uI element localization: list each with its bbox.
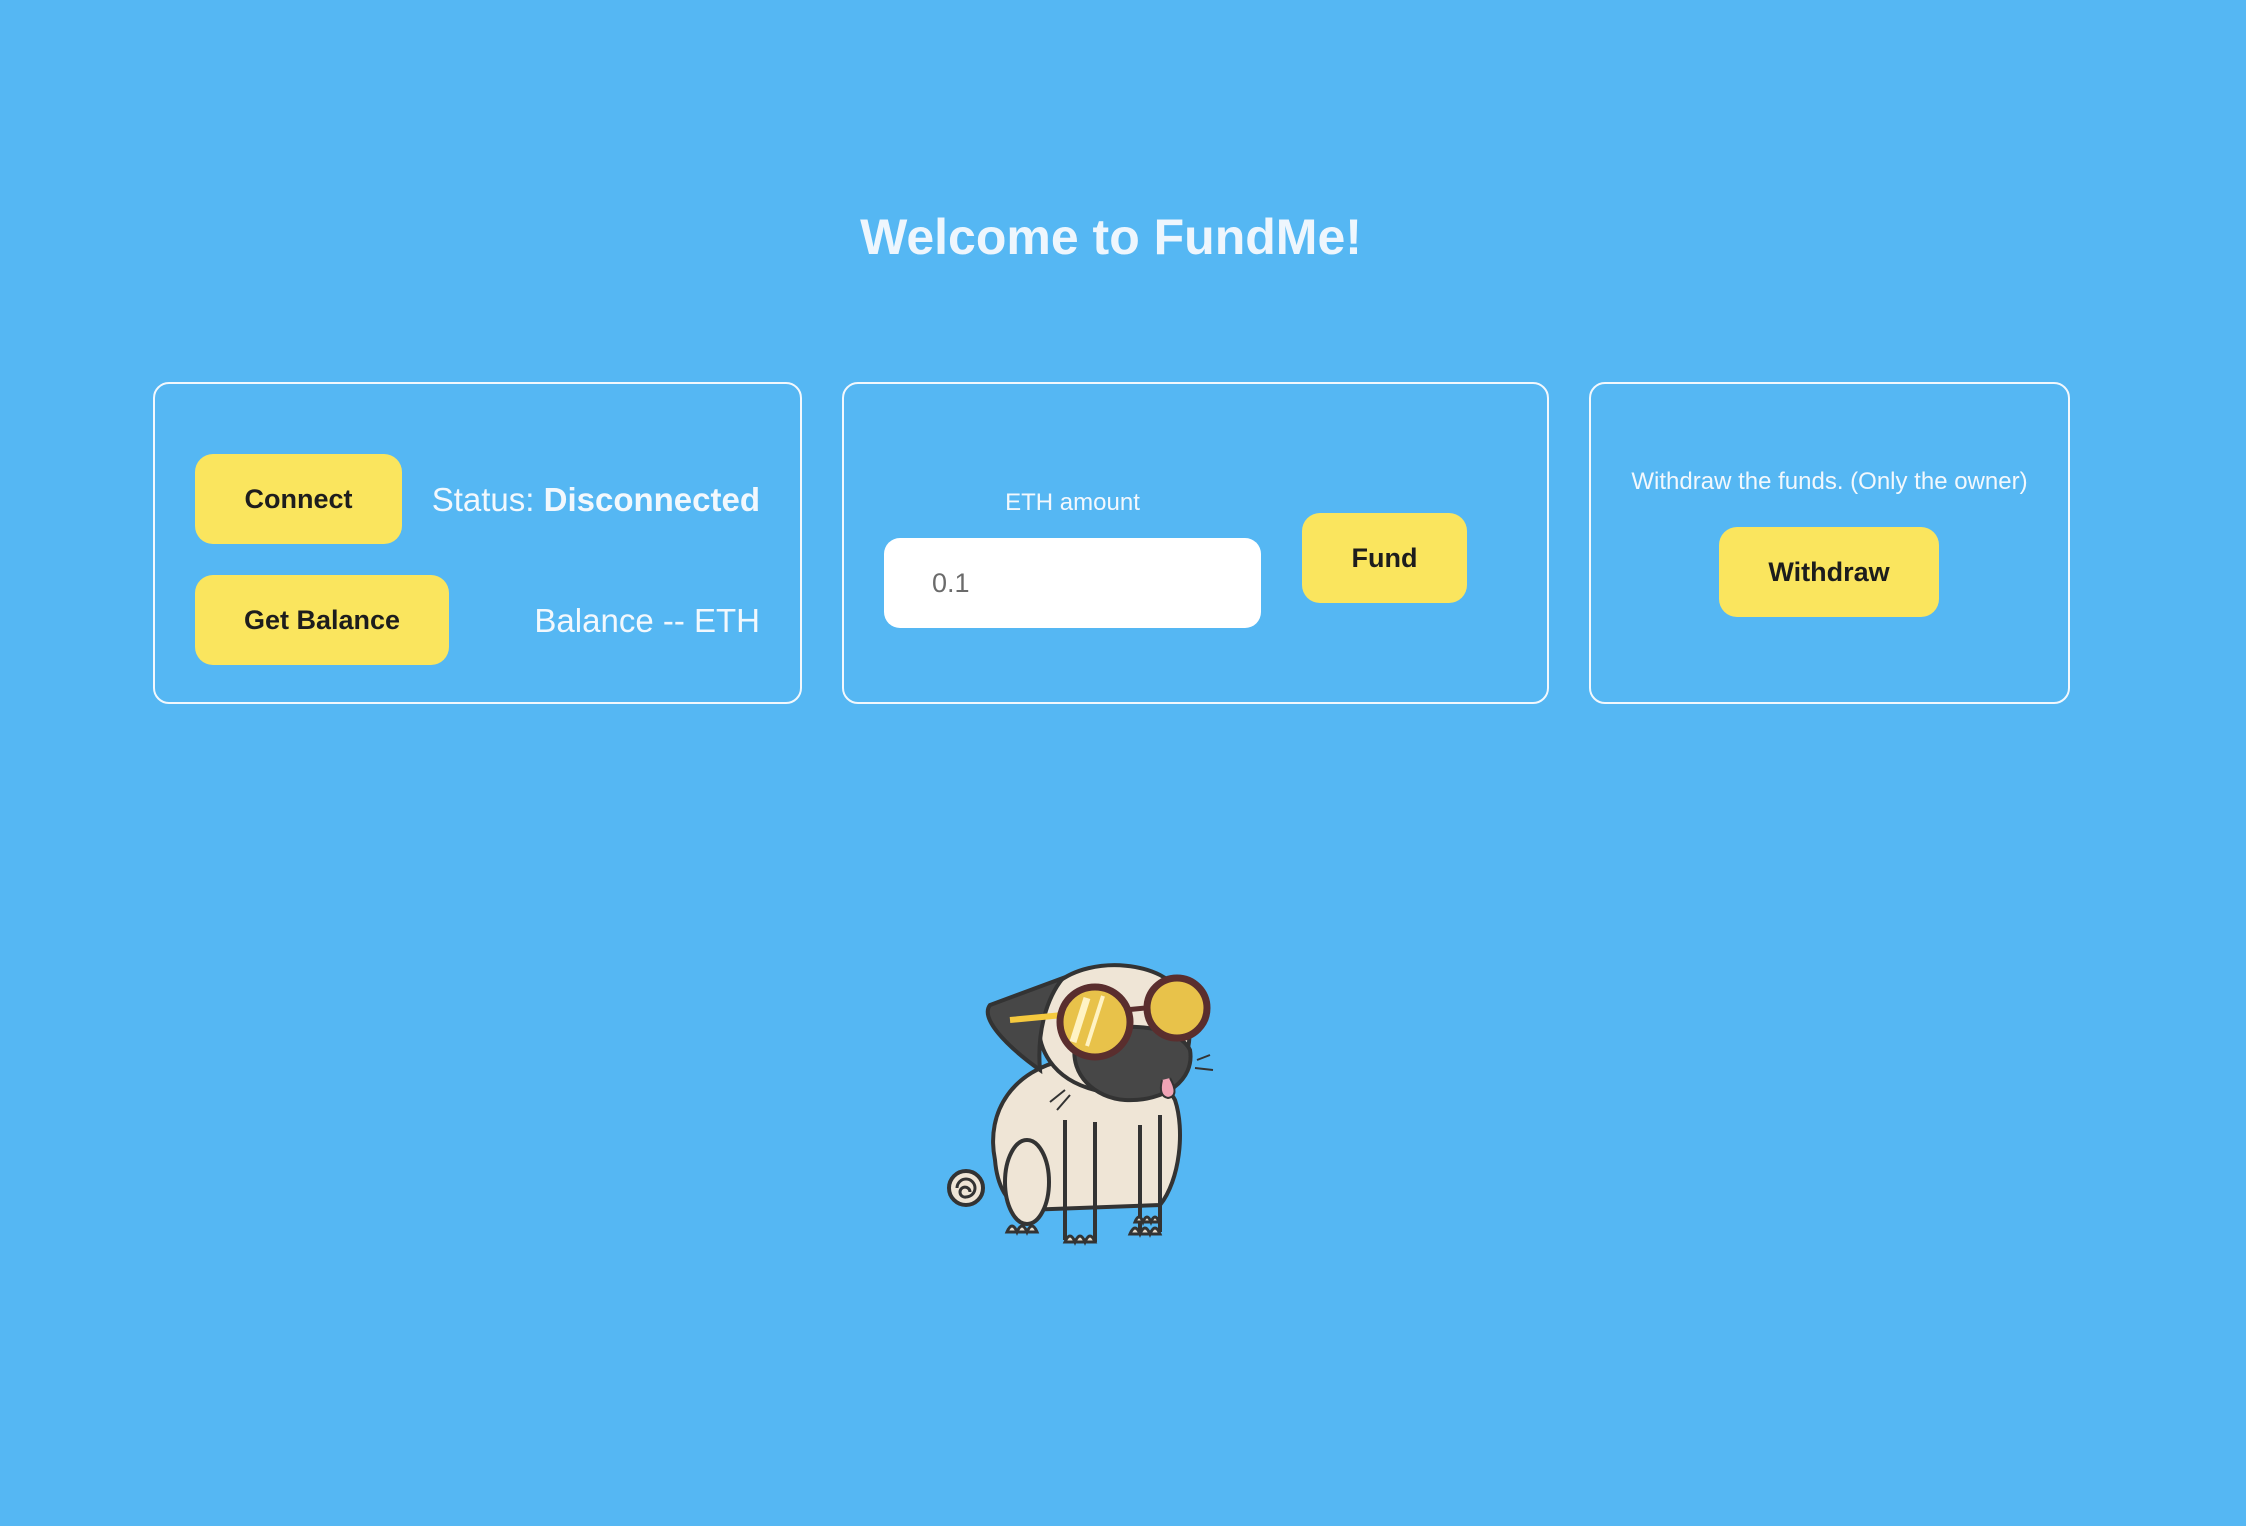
page-title: Welcome to FundMe! bbox=[860, 209, 1362, 265]
fund-card: ETH amount Fund bbox=[842, 382, 1549, 704]
get-balance-button[interactable]: Get Balance bbox=[195, 575, 449, 665]
connection-card: Connect Status: Disconnected Get Balance… bbox=[153, 382, 802, 704]
status-text: Status: Disconnected bbox=[432, 480, 760, 520]
eth-amount-input[interactable] bbox=[884, 538, 1261, 628]
withdraw-button[interactable]: Withdraw bbox=[1719, 527, 1939, 617]
status-value: Disconnected bbox=[543, 481, 760, 518]
connect-button[interactable]: Connect bbox=[195, 454, 402, 544]
fund-button[interactable]: Fund bbox=[1302, 513, 1467, 603]
withdraw-card: Withdraw the funds. (Only the owner) Wit… bbox=[1589, 382, 2070, 704]
pug-icon bbox=[947, 963, 1214, 1246]
withdraw-description: Withdraw the funds. (Only the owner) bbox=[1631, 468, 2028, 495]
eth-amount-label: ETH amount bbox=[1005, 489, 1140, 516]
status-prefix: Status: bbox=[431, 481, 535, 518]
balance-text: Balance -- ETH bbox=[534, 602, 760, 639]
